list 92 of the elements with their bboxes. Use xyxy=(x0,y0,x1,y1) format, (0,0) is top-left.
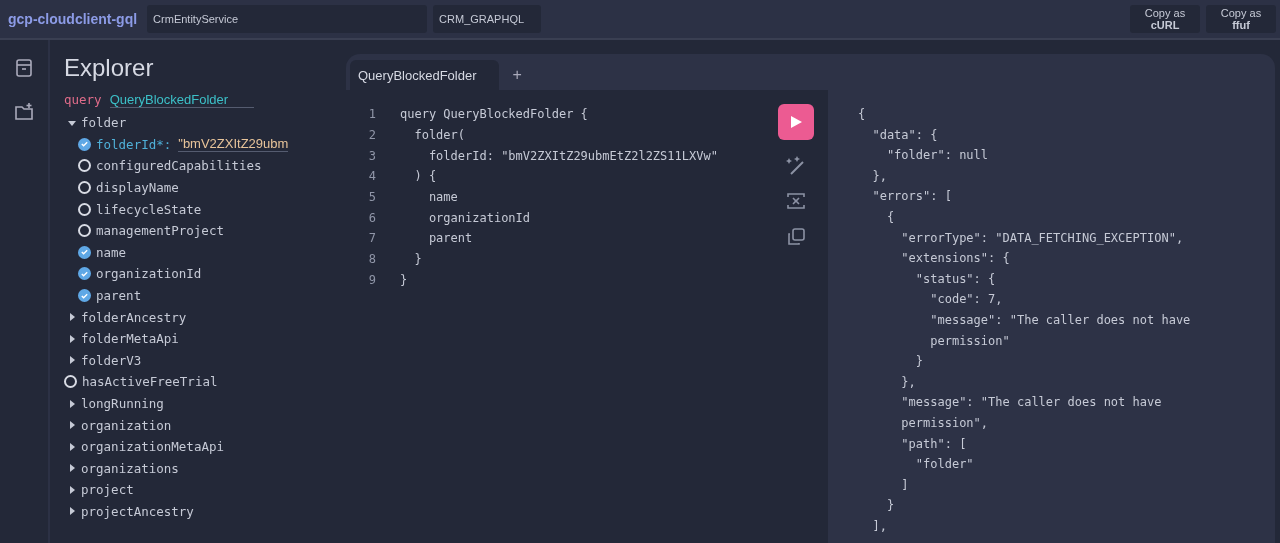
response-line: "folder": null xyxy=(885,147,990,165)
query-keyword: query xyxy=(64,92,102,108)
field-checkbox[interactable] xyxy=(78,137,91,151)
magic-wand-icon[interactable] xyxy=(785,154,807,176)
response-line: "errorType": "DATA_FETCHING_EXCEPTION", xyxy=(900,229,1185,247)
line-number: 8 xyxy=(367,252,376,267)
query-editor[interactable]: 1 query QueryBlockedFolder { 2 folder( 3 folderId: "bmV2ZXItZ29ubmEtZ2l2ZS11LXVw" 4 ) { 5 name 6 organizationId 7 parent 8 } 9 } xyxy=(346,90,828,543)
field-name[interactable]: displayName xyxy=(96,180,179,196)
line-number: 5 xyxy=(367,190,376,205)
argument-value-field[interactable]: "bmV2ZXItZ29ubm xyxy=(178,136,289,153)
code-line: } xyxy=(413,252,422,267)
line-number: 6 xyxy=(367,210,376,225)
response-line: permission" xyxy=(929,332,1011,350)
field-name[interactable]: hasActiveFreeTrial xyxy=(82,374,218,390)
field-name[interactable]: parent xyxy=(96,288,142,304)
response-line: }, xyxy=(900,373,917,391)
code-line: } xyxy=(400,272,408,287)
field-checkbox[interactable] xyxy=(78,245,91,259)
response-line: "status": { xyxy=(914,270,997,288)
field-name[interactable]: organizationMetaApi xyxy=(81,439,224,455)
caret-icon[interactable] xyxy=(68,313,76,322)
line-number: 9 xyxy=(367,272,376,287)
operation-name-field[interactable]: QueryBlockedFolder xyxy=(109,92,255,108)
response-line: { xyxy=(885,208,896,226)
code-line: folder( xyxy=(413,128,466,143)
code-line: organizationId xyxy=(427,210,531,225)
new-tab-button[interactable]: + xyxy=(506,60,528,90)
field-name[interactable]: projectAncestry xyxy=(81,504,194,519)
field-checkbox[interactable] xyxy=(78,267,91,281)
play-icon xyxy=(789,115,803,129)
app-name: gcp-cloudclient-gql xyxy=(8,11,138,27)
service-field[interactable]: CrmEntityService xyxy=(147,5,428,33)
endpoint-field[interactable]: CRM_GRAPHQL xyxy=(433,5,542,33)
field-name[interactable]: longRunning xyxy=(81,396,164,411)
response-line: "code": 7, xyxy=(929,291,1004,309)
response-line: "path": [ xyxy=(900,435,968,453)
field-name[interactable]: folderId*: xyxy=(96,136,172,152)
check-icon xyxy=(80,247,89,258)
query-tab[interactable]: QueryBlockedFolder xyxy=(350,60,499,90)
response-line: ] xyxy=(900,476,910,494)
caret-icon[interactable] xyxy=(68,507,76,516)
folder-plus-icon[interactable] xyxy=(14,102,34,122)
field-name[interactable]: managementProject xyxy=(96,223,224,239)
line-number: 4 xyxy=(367,169,376,184)
field-checkbox[interactable] xyxy=(78,289,91,303)
caret-icon[interactable] xyxy=(68,334,76,343)
field-name[interactable]: lifecycleState xyxy=(96,201,202,217)
code-line: name xyxy=(427,190,458,205)
field-name[interactable]: project xyxy=(81,482,134,498)
line-number: 2 xyxy=(367,128,376,143)
explorer-title: Explorer xyxy=(64,54,155,82)
code-line: parent xyxy=(427,231,473,246)
response-line: }, xyxy=(871,167,888,185)
response-line: "folder" xyxy=(914,456,975,474)
copy-button[interactable]: Copy as cURL xyxy=(1130,5,1200,33)
field-name[interactable]: configuredCapabilities xyxy=(96,158,262,174)
copy-icon[interactable] xyxy=(785,226,807,248)
copy-button[interactable]: Copy as ffuf xyxy=(1206,5,1276,33)
response-line: "message": "The caller does not have xyxy=(900,394,1163,412)
response-line: } xyxy=(914,353,925,371)
line-number: 3 xyxy=(367,148,376,163)
code-line: ) { xyxy=(413,169,437,184)
line-number: 1 xyxy=(367,107,376,122)
response-line: "message": "The caller does not have xyxy=(929,311,1192,329)
response-line: "errors": [ xyxy=(871,188,953,206)
field-name[interactable]: folderMetaApi xyxy=(81,331,179,347)
check-icon xyxy=(80,139,89,150)
code-line: folderId: "bmV2ZXItZ29ubmEtZ2l2ZS11LXVw" xyxy=(427,148,718,163)
archive-icon[interactable] xyxy=(14,58,34,78)
field-name[interactable]: organization xyxy=(81,417,172,433)
caret-icon[interactable] xyxy=(68,485,76,494)
response-line: permission", xyxy=(900,414,990,432)
response-line: { xyxy=(858,106,867,123)
caret-icon[interactable] xyxy=(68,421,76,430)
caret-icon[interactable] xyxy=(68,356,76,365)
field-name[interactable]: folder xyxy=(81,115,127,131)
field-name[interactable]: organizations xyxy=(81,460,179,476)
field-name[interactable]: name xyxy=(96,244,127,260)
field-name[interactable]: organizationId xyxy=(96,266,202,282)
caret-icon[interactable] xyxy=(68,118,76,127)
response-line: } xyxy=(885,497,896,515)
code-line: query QueryBlockedFolder { xyxy=(400,107,588,122)
line-number: 7 xyxy=(367,231,376,246)
caret-icon[interactable] xyxy=(68,464,76,473)
caret-icon[interactable] xyxy=(68,442,76,451)
field-name[interactable]: folderAncestry xyxy=(81,309,187,325)
response-line: "data": { xyxy=(871,126,939,144)
run-button[interactable] xyxy=(778,104,814,140)
response-line: ], xyxy=(871,517,888,535)
caret-icon[interactable] xyxy=(68,399,76,408)
response-line: "extensions": { xyxy=(900,250,1011,268)
field-name[interactable]: folderV3 xyxy=(81,352,142,368)
